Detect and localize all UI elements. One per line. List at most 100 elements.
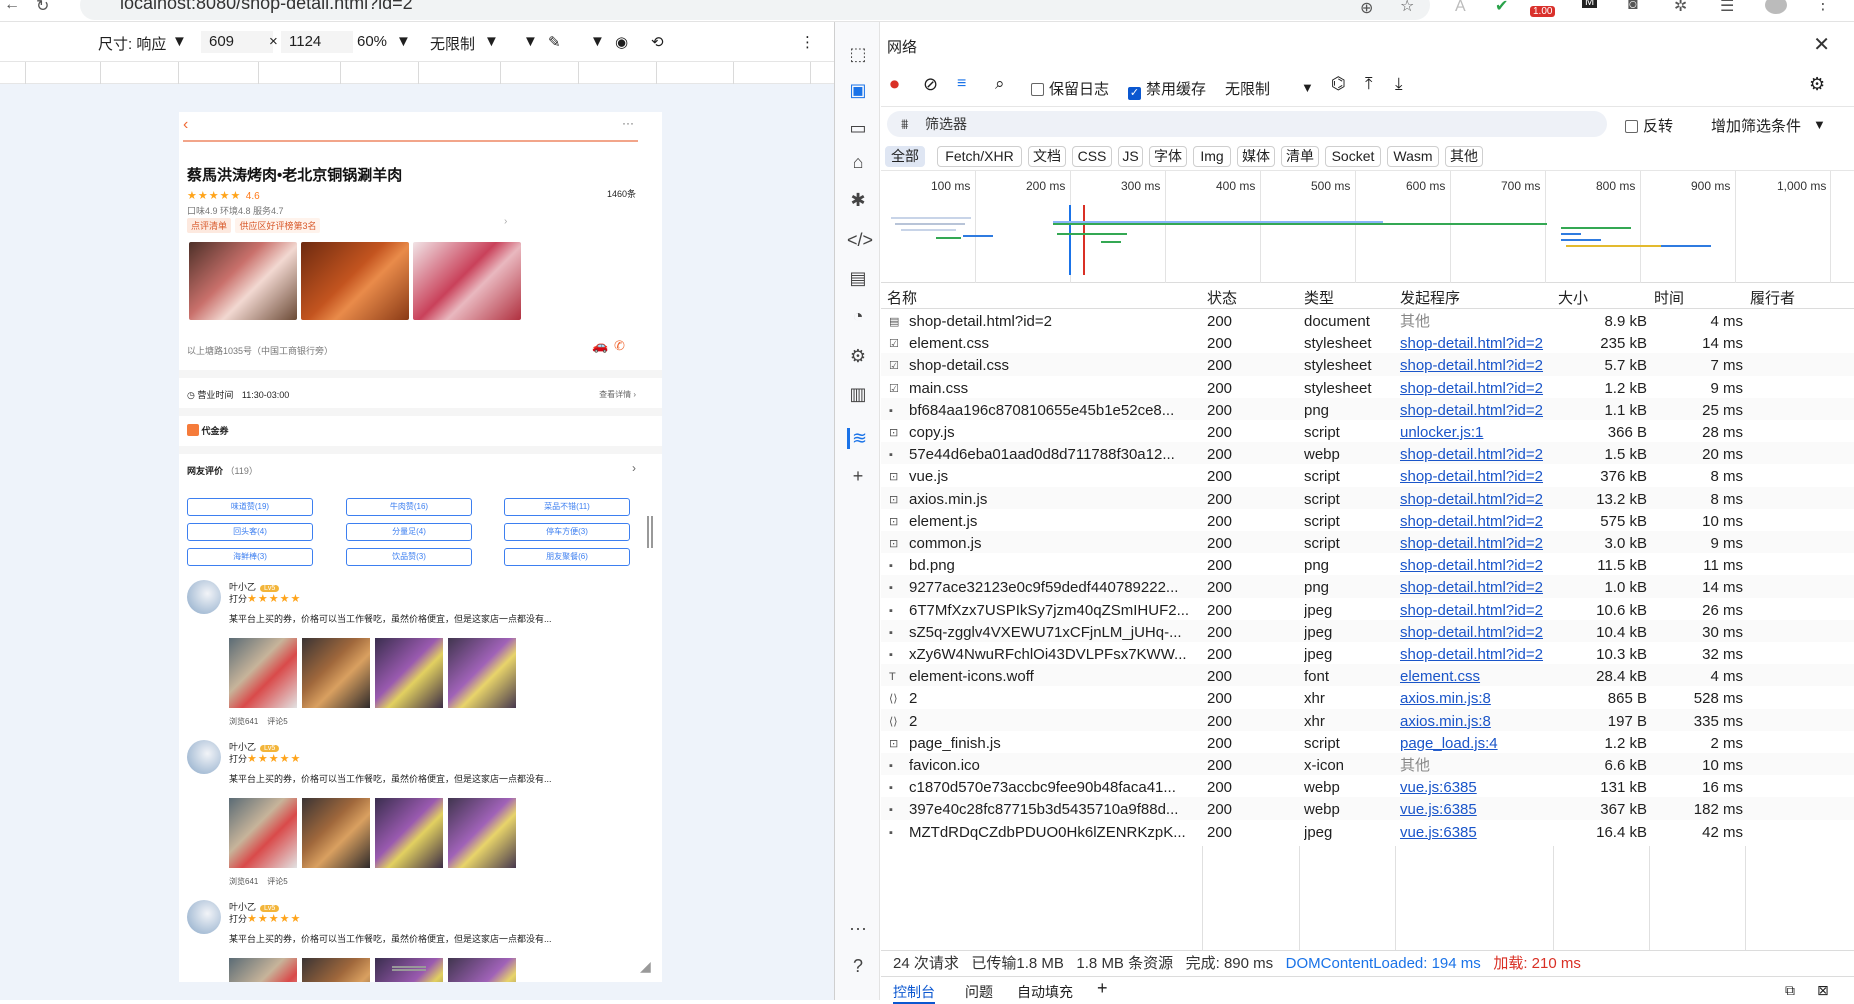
review-tag-chip[interactable]: 菜品不错(11) (504, 498, 630, 516)
application-icon[interactable]: ▥ (847, 384, 869, 405)
filter-icon[interactable]: ≡ (957, 75, 966, 93)
review-text[interactable]: 某平台上买的券，价格可以当工作餐吃，虽然价格便宜，但是这家店一点都没有... (229, 612, 629, 625)
column-header-type[interactable]: 类型 (1304, 287, 1334, 308)
inspect-icon[interactable]: ⬚ (847, 44, 869, 65)
review-tag-chip[interactable]: 分量足(4) (346, 523, 472, 541)
zoom-select[interactable]: 60% (357, 33, 387, 50)
review-tag-chip[interactable]: 朋友聚餐(6) (504, 548, 630, 566)
review-photo[interactable] (302, 798, 370, 868)
search-icon[interactable]: ⌕ (995, 74, 1005, 94)
extension-a-icon[interactable]: A (1455, 0, 1466, 16)
type-filter-img[interactable]: Img (1193, 146, 1231, 167)
photo-thumb[interactable] (301, 242, 409, 320)
add-panel-icon[interactable]: + (847, 466, 869, 487)
phone-icon[interactable]: ✆ (614, 338, 625, 354)
review-tag-chip[interactable]: 饮品赞(3) (346, 548, 472, 566)
review-photo[interactable] (302, 958, 370, 982)
console-icon[interactable]: ▤ (847, 268, 869, 289)
column-header-size[interactable]: 大小 (1558, 287, 1588, 308)
resize-handle-bottom[interactable] (392, 966, 426, 971)
car-icon[interactable]: 🚗 (592, 338, 608, 354)
settings-gear-icon[interactable]: ⚙ (847, 346, 869, 367)
download-har-icon[interactable]: ⤓ (1395, 74, 1403, 94)
type-filter-doc[interactable]: 文档 (1028, 146, 1066, 167)
review-photo[interactable] (229, 798, 297, 868)
performance-icon[interactable]: ◔ (847, 306, 869, 327)
chevron-down-icon[interactable]: ▼ (172, 33, 187, 50)
reviewer-name[interactable]: 叶小乙 (229, 742, 256, 752)
network-conditions-icon[interactable]: ⌬ (1331, 74, 1346, 94)
chevron-down-icon[interactable]: ▼ (590, 33, 605, 50)
review-photo[interactable] (229, 958, 297, 982)
review-text[interactable]: 某平台上买的券，价格可以当工作餐吃，虽然价格便宜，但是这家店一点都没有... (229, 932, 629, 945)
shop-address[interactable]: 以上塘路1035号（中国工商银行旁） (187, 344, 333, 357)
column-header-name[interactable]: 名称 (887, 287, 917, 308)
elements-panel-icon[interactable]: ▭ (847, 118, 869, 139)
more-options-icon[interactable]: ⋮ (800, 33, 815, 51)
column-header-time[interactable]: 时间 (1654, 287, 1684, 308)
throttle-select[interactable]: 无限制 (430, 33, 475, 54)
avatar[interactable] (187, 740, 221, 774)
type-filter-fetch[interactable]: Fetch/XHR (937, 146, 1022, 167)
reload-icon[interactable]: ↻ (36, 0, 49, 16)
chevron-down-icon[interactable]: ▼ (396, 33, 411, 50)
settings-gear-icon[interactable]: ⚙ (1809, 74, 1825, 95)
extension-m-icon[interactable]: M (1582, 0, 1598, 8)
review-photo[interactable] (448, 638, 516, 708)
review-tag-chip[interactable]: 海鲜棒(3) (187, 548, 313, 566)
table-row[interactable]: ▪ MZTdRDqCZdbPDUO0Hk6lZENRKzpK... 200 jpeg v… (881, 819, 1854, 846)
eyedropper-icon[interactable]: ✎ (548, 33, 561, 51)
disable-cache-checkbox[interactable]: ✓ 禁用缓存 (1128, 78, 1206, 100)
rank-text[interactable]: 供应区好评榜第3名 (235, 218, 321, 233)
help-icon[interactable]: ? (847, 956, 869, 977)
type-filter-wasm[interactable]: Wasm (1387, 146, 1439, 167)
photo-thumb[interactable] (413, 242, 521, 320)
type-filter-media[interactable]: 媒体 (1237, 146, 1275, 167)
type-filter-js[interactable]: JS (1118, 146, 1143, 167)
reviewer-name[interactable]: 叶小乙 (229, 582, 256, 592)
eye-icon[interactable]: ◉ (615, 33, 628, 51)
checkbox-checked-icon[interactable]: ✓ (1128, 87, 1141, 100)
bug-icon[interactable]: ✱ (847, 190, 869, 211)
type-filter-other[interactable]: 其他 (1445, 146, 1483, 167)
rotate-icon[interactable]: ⟲ (651, 33, 664, 51)
close-drawer-icon[interactable]: ⊠ (1817, 982, 1829, 999)
throttling-select[interactable]: 无限制 (1225, 78, 1270, 99)
column-header-status[interactable]: 状态 (1207, 287, 1237, 308)
review-tag-chip[interactable]: 停车方便(3) (504, 523, 630, 541)
back-arrow-icon[interactable]: ← (4, 0, 20, 14)
record-stop-icon[interactable]: ⏺ (890, 74, 899, 95)
invert-checkbox[interactable]: 反转 (1625, 115, 1673, 136)
review-photo[interactable] (302, 638, 370, 708)
review-photo[interactable] (448, 958, 516, 982)
review-tag-chip[interactable]: 味道赞(19) (187, 498, 313, 516)
add-tab-icon[interactable]: + (1097, 978, 1108, 999)
review-tag-chip[interactable]: 回头客(4) (187, 523, 313, 541)
extension-glasses-icon[interactable]: ◙ (1628, 0, 1638, 14)
review-photo[interactable] (375, 638, 443, 708)
tab-console[interactable]: 控制台 (893, 982, 935, 1004)
more-icon[interactable]: ··· (622, 116, 634, 130)
puzzle-icon[interactable]: ✲ (1674, 0, 1687, 16)
filter-input[interactable]: ⩩ 筛选器 (887, 111, 1607, 137)
column-header-fulfilled-by[interactable]: 履行者 (1750, 287, 1795, 308)
comment-count[interactable]: 评论5 (267, 717, 287, 726)
extension-badge[interactable]: 1.00 (1530, 6, 1556, 17)
profile-avatar[interactable] (1765, 0, 1787, 14)
chevron-right-icon[interactable]: › (504, 216, 507, 227)
chevron-down-icon[interactable]: ▼ (1301, 80, 1314, 95)
hours-details-link[interactable]: 查看详情 › (599, 389, 636, 400)
photo-thumb[interactable] (189, 242, 297, 320)
device-toggle-icon[interactable]: ▣ (847, 80, 869, 101)
dock-icon[interactable]: ⧉ (1785, 982, 1795, 999)
type-filter-socket[interactable]: Socket (1325, 146, 1381, 167)
resize-corner-icon[interactable]: ◢ (640, 958, 651, 975)
review-text[interactable]: 某平台上买的券，价格可以当工作餐吃，虽然价格便宜，但是这家店一点都没有... (229, 772, 629, 785)
type-filter-all[interactable]: 全部 (885, 146, 925, 167)
chevron-down-icon[interactable]: ▼ (523, 33, 538, 50)
reading-list-icon[interactable]: ☰ (1720, 0, 1734, 16)
back-icon[interactable]: ‹ (183, 116, 188, 134)
chevron-down-icon[interactable]: ▼ (484, 33, 499, 50)
tab-issues[interactable]: 问题 (965, 982, 993, 1002)
chevron-down-icon[interactable]: ▼ (1813, 117, 1826, 132)
